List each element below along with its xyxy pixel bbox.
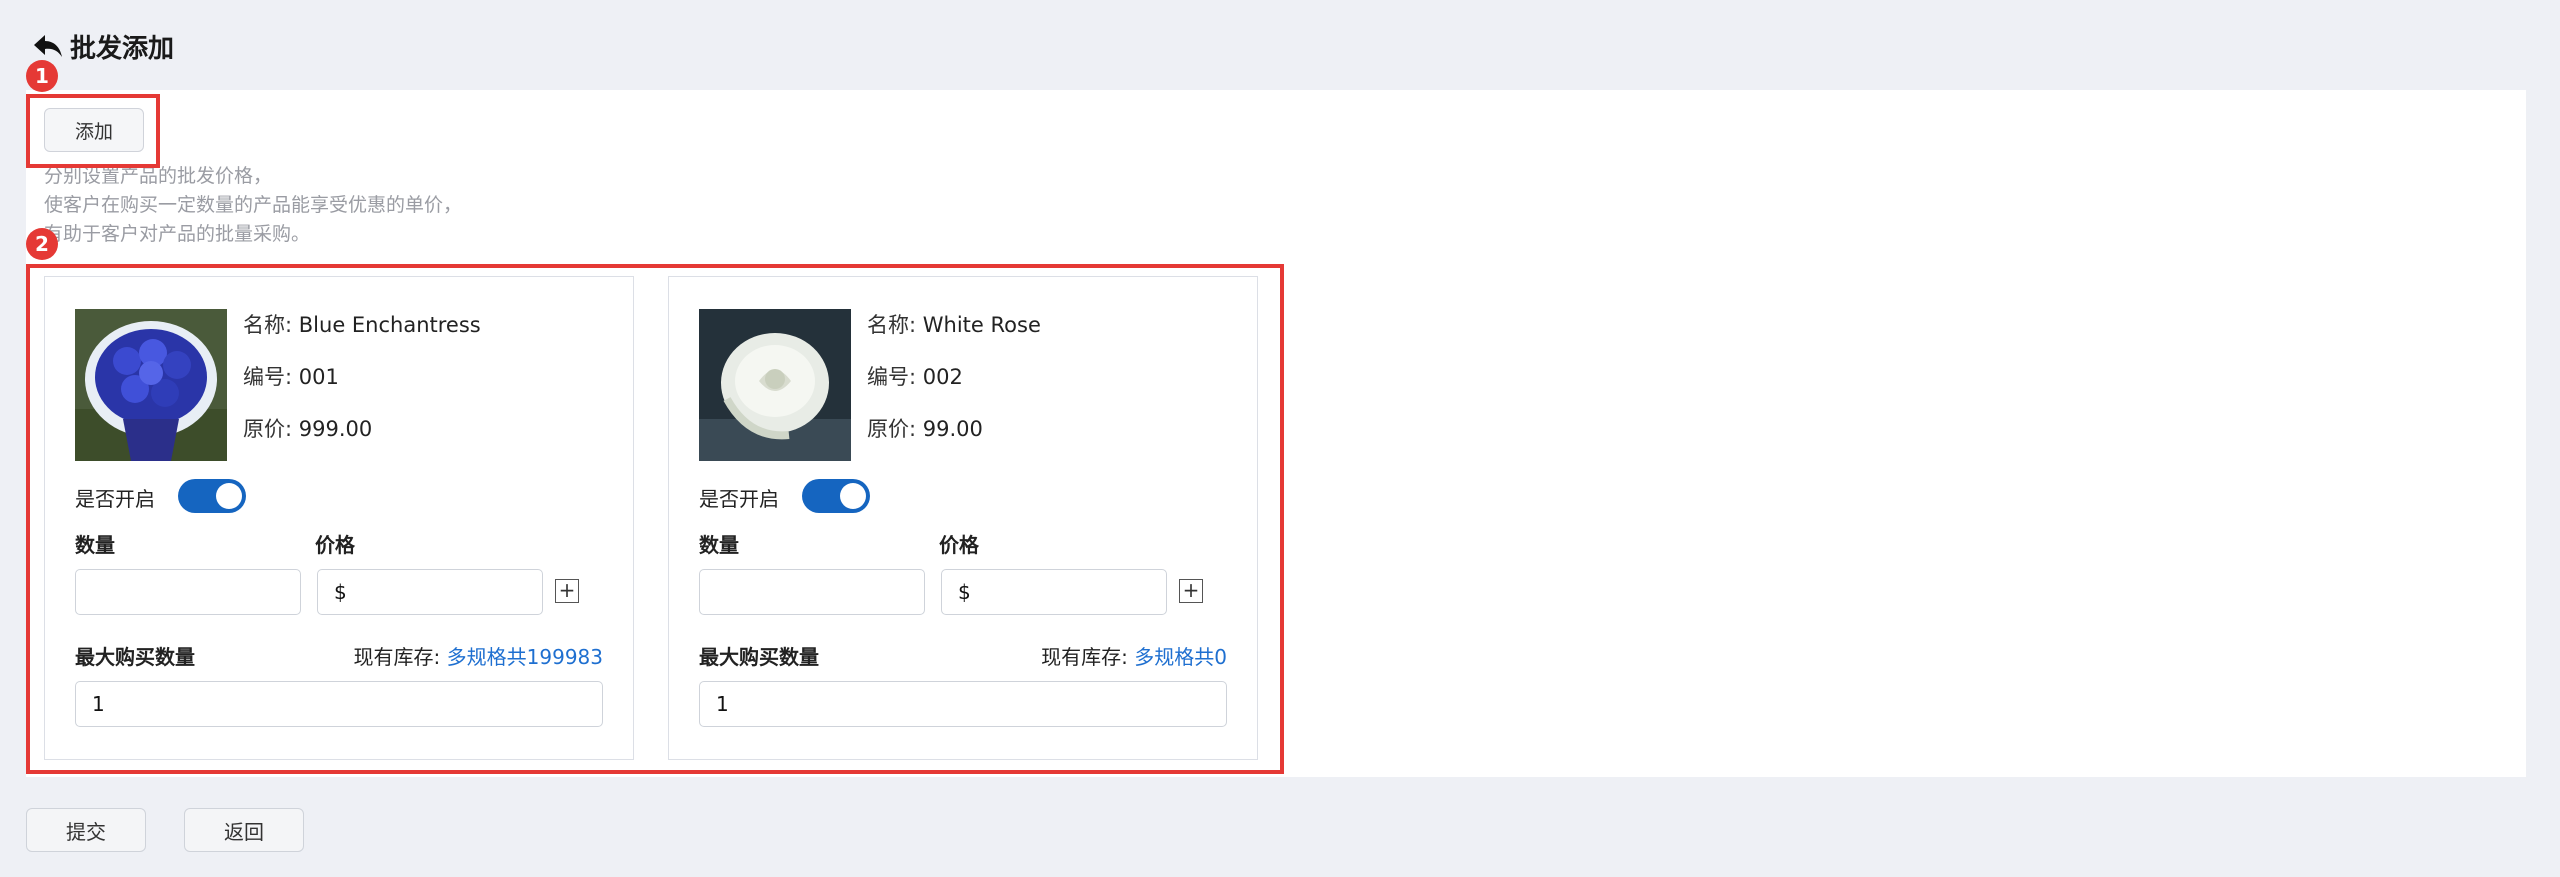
max-qty-input[interactable]: 1 — [75, 681, 603, 727]
enabled-toggle[interactable] — [178, 479, 246, 513]
max-qty-label: 最大购买数量 — [699, 645, 819, 669]
stock-link[interactable]: 多规格共0 — [1134, 645, 1227, 669]
product-card: 名称: White Rose 编号: 002 原价: 99.00 是否开启 数量… — [668, 276, 1258, 760]
enabled-toggle[interactable] — [802, 479, 870, 513]
product-price-row: 原价: 999.00 — [243, 413, 372, 443]
product-name-row: 名称: Blue Enchantress — [243, 309, 481, 339]
currency-symbol: $ — [958, 580, 971, 604]
product-image — [699, 309, 851, 461]
add-tier-button[interactable]: + — [1179, 579, 1203, 603]
hint-line: 有助于客户对产品的批量采购。 — [44, 223, 311, 245]
code-label: 编号: — [243, 365, 293, 389]
stock-label: 现有库存: — [1041, 645, 1128, 669]
product-card: 名称: Blue Enchantress 编号: 001 原价: 999.00 … — [44, 276, 634, 760]
hint-line: 使客户在购买一定数量的产品能享受优惠的单价， — [44, 194, 463, 216]
add-button[interactable]: 添加 — [44, 108, 144, 152]
max-qty-label: 最大购买数量 — [75, 645, 195, 669]
currency-symbol: $ — [334, 580, 347, 604]
product-code-row: 编号: 002 — [867, 361, 963, 391]
product-image — [75, 309, 227, 461]
price-label: 价格 — [315, 533, 355, 557]
hint-text: 分别设置产品的批发价格， 使客户在购买一定数量的产品能享受优惠的单价， 有助于客… — [44, 162, 462, 249]
name-label: 名称: — [243, 313, 293, 337]
submit-button[interactable]: 提交 — [26, 808, 146, 852]
stock-link[interactable]: 多规格共199983 — [447, 645, 603, 669]
annotation-marker-1: 1 — [26, 60, 58, 92]
stock-label: 现有库存: — [353, 645, 441, 669]
add-tier-button[interactable]: + — [555, 579, 579, 603]
page-header: 批发添加 — [32, 26, 174, 66]
toggle-knob — [840, 483, 866, 509]
page-title: 批发添加 — [70, 33, 175, 64]
product-original-price: 99.00 — [922, 417, 983, 441]
stock-info: 现有库存: 多规格共199983 — [354, 641, 603, 670]
product-code-row: 编号: 001 — [243, 361, 339, 391]
stock-info: 现有库存: 多规格共0 — [1041, 641, 1227, 670]
back-button[interactable]: 返回 — [184, 808, 304, 852]
price-input[interactable]: $ — [317, 569, 543, 615]
quantity-input[interactable] — [699, 569, 925, 615]
product-name: White Rose — [922, 313, 1041, 337]
product-price-row: 原价: 99.00 — [867, 413, 983, 443]
product-name: Blue Enchantress — [298, 313, 481, 337]
product-original-price: 999.00 — [298, 417, 373, 441]
quantity-label: 数量 — [75, 533, 115, 557]
enabled-label: 是否开启 — [699, 487, 779, 511]
code-label: 编号: — [867, 365, 917, 389]
product-code: 001 — [298, 365, 339, 389]
back-arrow-icon[interactable] — [32, 30, 64, 62]
product-code: 002 — [922, 365, 963, 389]
product-name-row: 名称: White Rose — [867, 309, 1041, 339]
original-price-label: 原价: — [867, 417, 917, 441]
original-price-label: 原价: — [243, 417, 293, 441]
hint-line: 分别设置产品的批发价格， — [44, 165, 273, 187]
name-label: 名称: — [867, 313, 917, 337]
toggle-knob — [216, 483, 242, 509]
max-qty-input[interactable]: 1 — [699, 681, 1227, 727]
price-input[interactable]: $ — [941, 569, 1167, 615]
annotation-marker-2: 2 — [26, 228, 58, 260]
quantity-input[interactable] — [75, 569, 301, 615]
price-label: 价格 — [939, 533, 979, 557]
enabled-label: 是否开启 — [75, 487, 155, 511]
quantity-label: 数量 — [699, 533, 739, 557]
